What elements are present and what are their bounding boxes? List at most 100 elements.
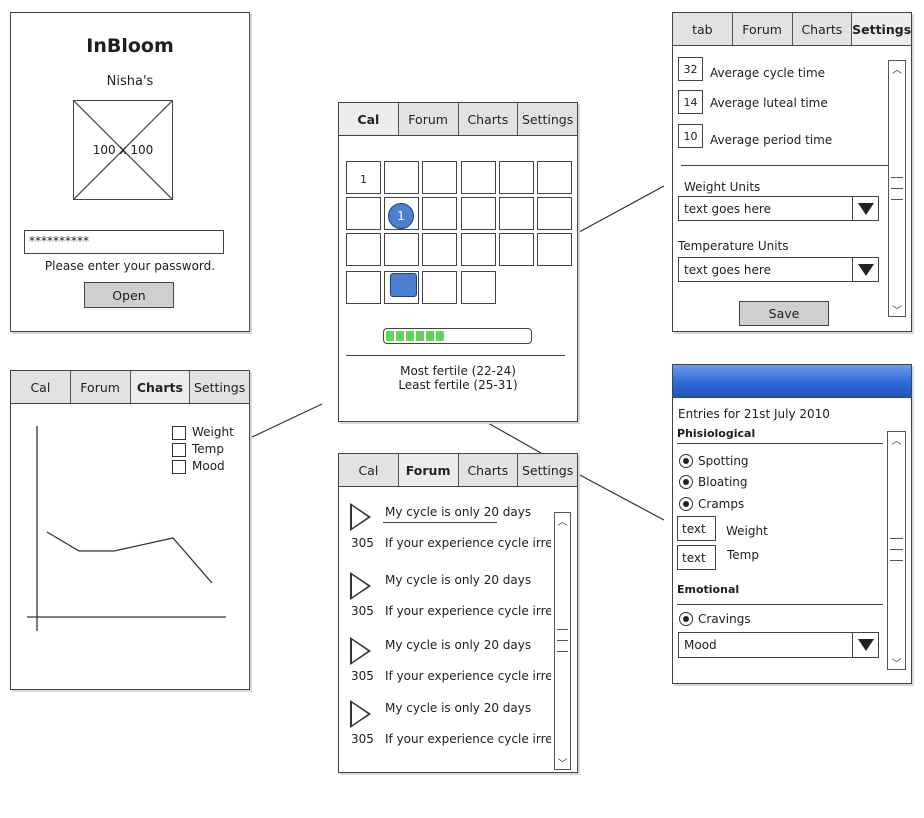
post-count: 305: [351, 536, 374, 550]
bloating-radio[interactable]: [679, 475, 693, 489]
calendar-day-cell[interactable]: [422, 161, 457, 194]
calendar-day-cell[interactable]: [499, 161, 534, 194]
calendar-day-cell[interactable]: [499, 233, 534, 266]
save-button[interactable]: Save: [739, 301, 829, 326]
tab-cal[interactable]: Cal: [339, 454, 399, 486]
calendar-day-cell[interactable]: [346, 271, 381, 304]
tab-forum[interactable]: Forum: [398, 103, 459, 135]
calendar-day-cell[interactable]: [346, 197, 381, 230]
calendar-day-cell[interactable]: [422, 197, 457, 230]
charts-tab-bar: Cal Forum Charts Settings: [11, 371, 249, 404]
dropdown-arrow-icon[interactable]: [852, 258, 878, 281]
cramps-radio[interactable]: [679, 497, 693, 511]
chart-line: [46, 531, 213, 584]
dropdown-arrow-icon[interactable]: [852, 633, 878, 657]
charts-screen: Cal Forum Charts Settings Weight Temp Mo…: [10, 370, 250, 690]
weight-units-select[interactable]: text goes here: [678, 196, 879, 221]
scroll-down-icon[interactable]: ﹀: [888, 655, 905, 670]
least-fertile-text: Least fertile (25-31): [398, 378, 518, 392]
avg-period-input[interactable]: 10: [678, 124, 703, 148]
calendar-day-cell[interactable]: [422, 271, 457, 304]
mood-select[interactable]: Mood: [678, 632, 879, 658]
calendar-tab-bar: Cal Forum Charts Settings: [339, 103, 577, 136]
open-button[interactable]: Open: [84, 282, 174, 308]
post-title[interactable]: My cycle is only 20 days: [385, 638, 531, 652]
password-input[interactable]: **********: [24, 230, 224, 254]
temperature-units-label: Temperature Units: [678, 239, 789, 253]
calendar-day-cell[interactable]: [461, 233, 496, 266]
avg-cycle-input[interactable]: 32: [678, 57, 703, 81]
password-hint: Please enter your password.: [44, 259, 216, 273]
weight-entry-input[interactable]: text: [677, 516, 716, 541]
scroll-up-icon[interactable]: ︿: [889, 61, 905, 76]
play-icon: [350, 503, 371, 531]
cramps-label: Cramps: [698, 497, 745, 511]
forum-post[interactable]: My cycle is only 20 days 305 If your exp…: [339, 488, 551, 556]
calendar-day-cell[interactable]: [422, 233, 457, 266]
scroll-up-icon[interactable]: ︿: [888, 432, 905, 447]
physiological-heading: Phisiological: [677, 427, 756, 440]
settings-scrollbar[interactable]: ︿ ﹀: [888, 60, 906, 317]
post-title[interactable]: My cycle is only 20 days: [385, 701, 531, 715]
calendar-day-cell[interactable]: [499, 197, 534, 230]
tab-cal[interactable]: Cal: [11, 371, 71, 403]
dropdown-arrow-icon[interactable]: [852, 197, 878, 220]
calendar-day-cell[interactable]: [537, 233, 572, 266]
selected-day-marker[interactable]: [390, 273, 417, 297]
password-value: **********: [29, 234, 89, 248]
tab-settings[interactable]: Settings: [852, 13, 911, 45]
play-icon: [350, 572, 371, 600]
most-fertile-text: Most fertile (22-24): [400, 364, 516, 378]
app-title: InBloom: [86, 35, 174, 57]
tab-settings[interactable]: Settings: [518, 454, 577, 486]
calendar-day-1: 1: [360, 173, 367, 186]
tab-charts[interactable]: Charts: [458, 454, 519, 486]
calendar-day-cell[interactable]: [346, 233, 381, 266]
forum-post[interactable]: My cycle is only 20 days 305 If your exp…: [339, 621, 551, 684]
tab-charts[interactable]: Charts: [792, 13, 853, 45]
forum-post[interactable]: My cycle is only 20 days 305 If your exp…: [339, 556, 551, 621]
post-excerpt: If your experience cycle irreg: [385, 536, 551, 550]
tab-forum[interactable]: Forum: [398, 454, 459, 486]
post-title[interactable]: My cycle is only 20 days: [385, 505, 531, 519]
calendar-day-cell[interactable]: [461, 197, 496, 230]
temperature-units-value: text goes here: [684, 262, 771, 277]
tab-cal[interactable]: tab: [673, 13, 733, 45]
temp-entry-input[interactable]: text: [677, 545, 716, 570]
tab-cal[interactable]: Cal: [339, 103, 399, 135]
forum-screen: Cal Forum Charts Settings My cycle is on…: [338, 453, 578, 773]
avg-luteal-input[interactable]: 14: [678, 90, 703, 114]
weight-units-value: text goes here: [684, 201, 771, 216]
forum-post-list: My cycle is only 20 days 305 If your exp…: [339, 488, 551, 773]
post-title[interactable]: My cycle is only 20 days: [385, 573, 531, 587]
tab-charts[interactable]: Charts: [458, 103, 519, 135]
calendar-day-cell[interactable]: [537, 197, 572, 230]
calendar-day-cell[interactable]: [461, 161, 496, 194]
temperature-units-select[interactable]: text goes here: [678, 257, 879, 282]
tab-settings[interactable]: Settings: [518, 103, 577, 135]
calendar-day-cell[interactable]: [537, 161, 572, 194]
bloating-label: Bloating: [698, 475, 748, 489]
scroll-up-icon[interactable]: ︿: [555, 513, 570, 528]
tab-charts[interactable]: Charts: [130, 371, 191, 403]
forum-post[interactable]: My cycle is only 20 days 305 If your exp…: [339, 684, 551, 752]
calendar-day-cell[interactable]: [384, 161, 419, 194]
today-marker[interactable]: 1: [388, 203, 414, 229]
emotional-heading: Emotional: [677, 583, 740, 596]
scroll-down-icon[interactable]: ﹀: [889, 302, 905, 317]
tab-forum[interactable]: Forum: [732, 13, 793, 45]
scroll-down-icon[interactable]: ﹀: [555, 755, 570, 770]
image-placeholder: 100 x 100: [73, 100, 173, 200]
play-icon: [350, 700, 371, 728]
cravings-radio[interactable]: [679, 612, 693, 626]
calendar-day-cell[interactable]: [384, 233, 419, 266]
cycle-progress-bar: [383, 328, 532, 344]
spotting-radio[interactable]: [679, 454, 693, 468]
entries-scrollbar[interactable]: ︿ ﹀: [887, 431, 906, 670]
tab-forum[interactable]: Forum: [70, 371, 131, 403]
forum-scrollbar[interactable]: ︿ ﹀: [554, 512, 571, 770]
entries-header-bar: [673, 365, 911, 398]
tab-settings[interactable]: Settings: [190, 371, 249, 403]
calendar-day-cell[interactable]: [461, 271, 496, 304]
entries-screen: Entries for 21st July 2010 Phisiological…: [672, 364, 912, 684]
